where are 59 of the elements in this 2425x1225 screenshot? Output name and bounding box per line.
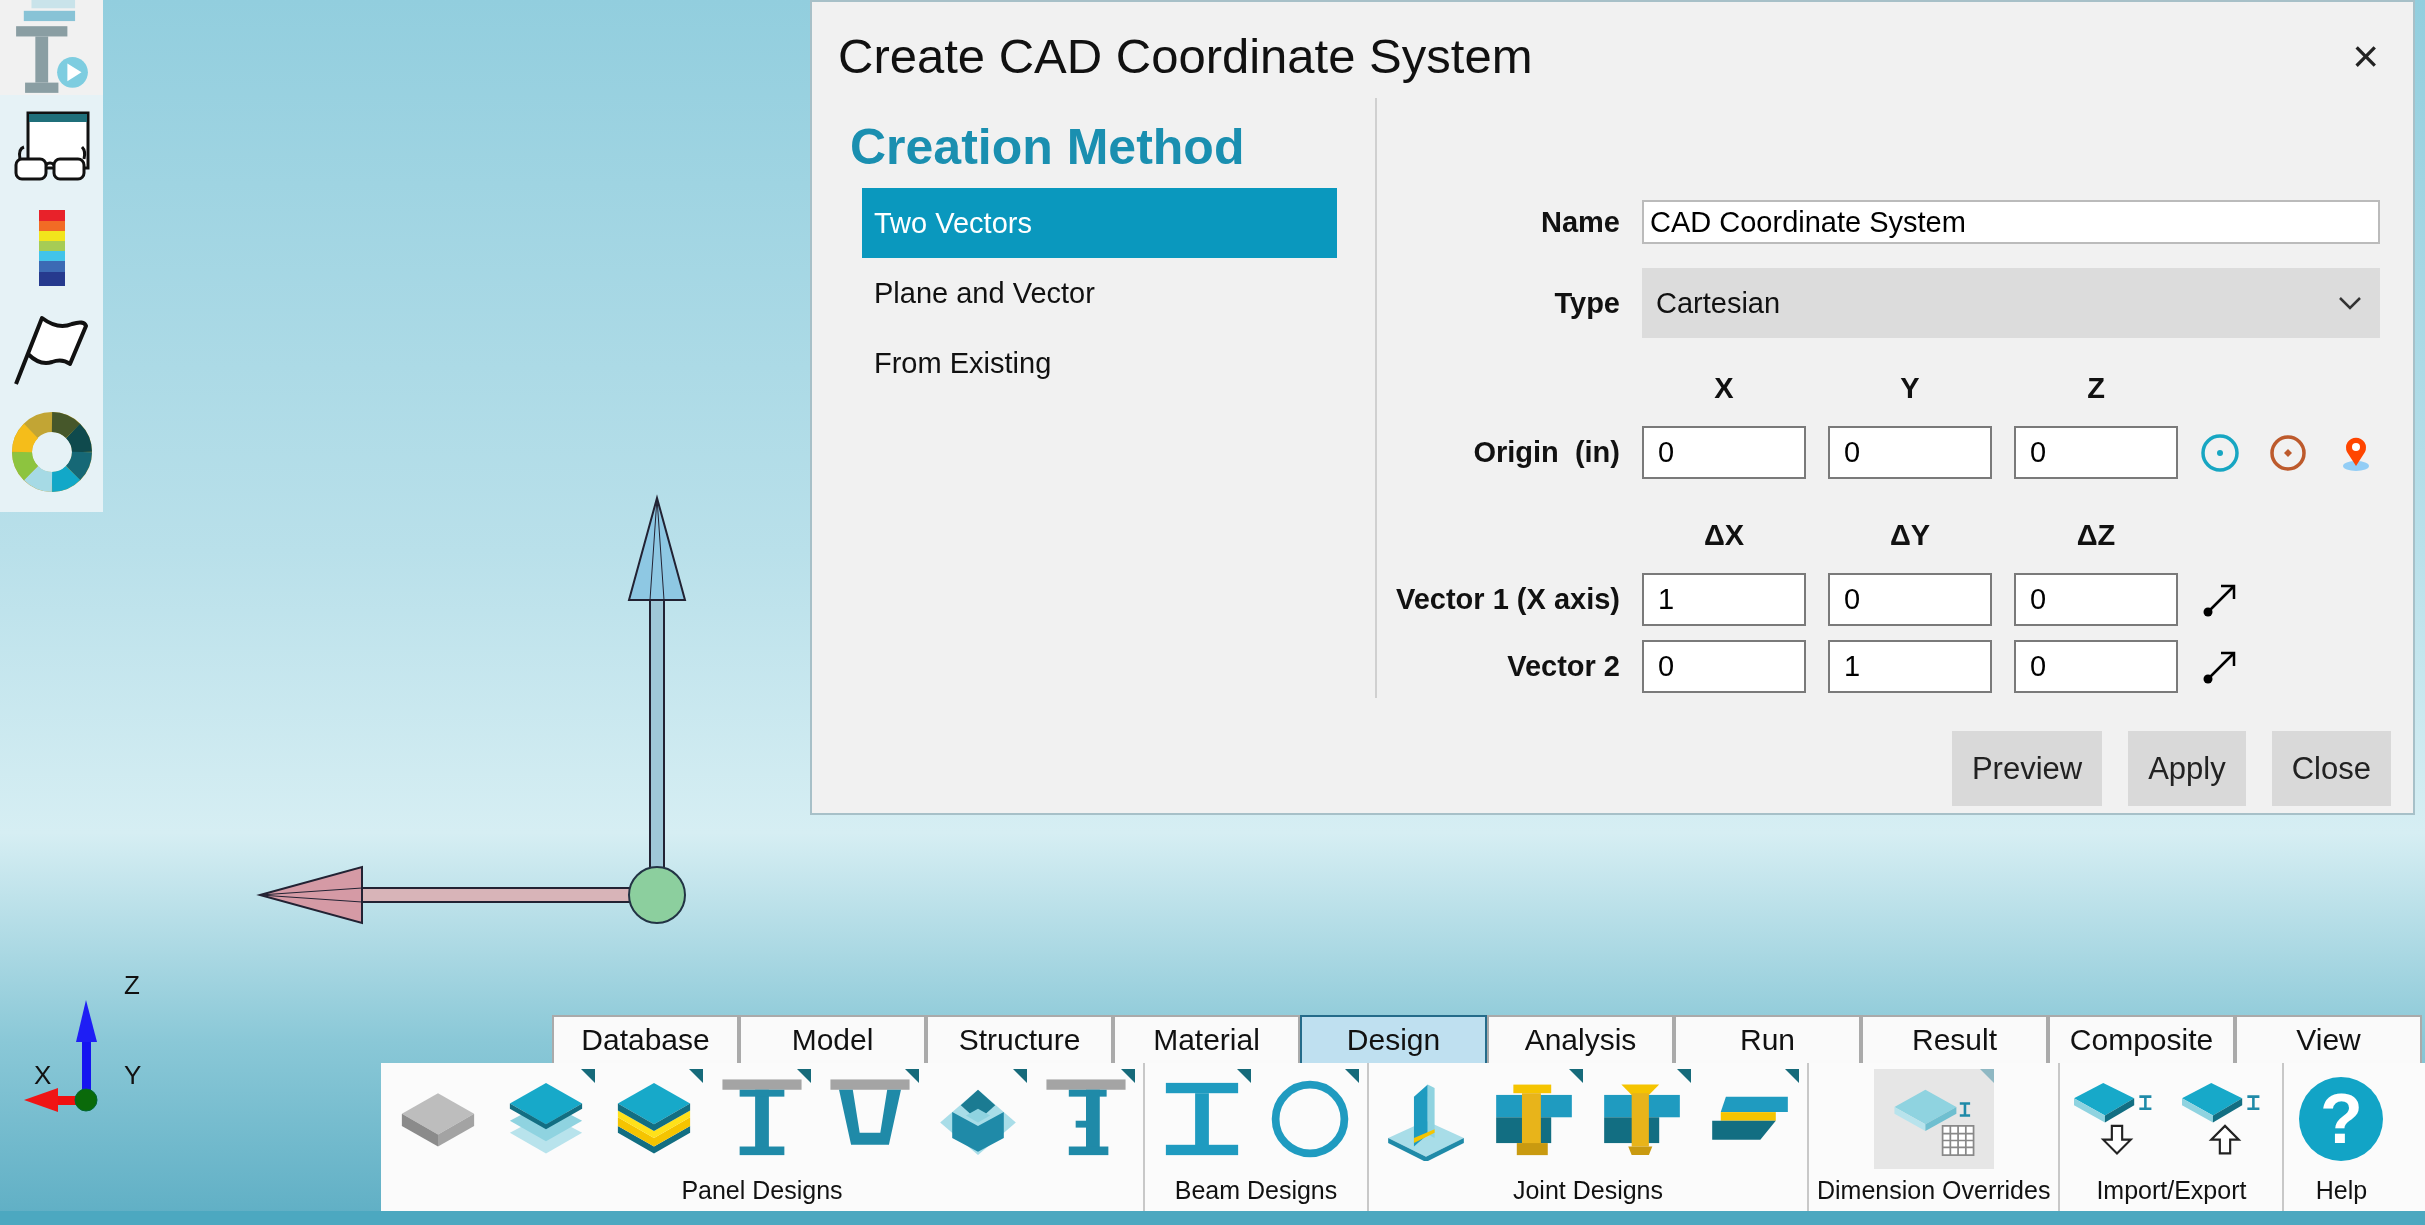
origin-field[interactable]: 0 xyxy=(1642,426,1806,479)
dialog-button[interactable]: Preview xyxy=(1951,731,2103,806)
close-button[interactable]: × xyxy=(2348,29,2383,83)
origin-field[interactable]: 0 xyxy=(2014,426,2178,479)
x-axis-label: X xyxy=(34,1060,52,1091)
ribbon-tab[interactable]: Design xyxy=(1300,1015,1487,1063)
column-header: Y xyxy=(1899,372,1921,406)
group-label: Help xyxy=(2315,1176,2368,1205)
flag-icon[interactable] xyxy=(13,314,90,386)
vector-field[interactable]: 1 xyxy=(1642,573,1806,626)
vector-field[interactable]: 0 xyxy=(1642,640,1806,693)
target-icon[interactable] xyxy=(2200,432,2240,473)
ribbon-tab[interactable]: Result xyxy=(1861,1015,2048,1063)
field-label: Type xyxy=(1553,286,1620,320)
group-label: Panel Designs xyxy=(681,1176,843,1205)
vector-field[interactable]: 0 xyxy=(1828,573,1992,626)
group-label: Joint Designs xyxy=(1512,1176,1664,1205)
field-label: Origin (in) xyxy=(1472,436,1620,469)
column-header: ΔY xyxy=(1888,519,1932,553)
dialog-button[interactable]: Close xyxy=(2271,731,2391,806)
name-field[interactable]: CAD Coordinate System xyxy=(1642,200,2380,244)
ribbon-tab[interactable]: Composite xyxy=(2048,1015,2235,1063)
target-icon[interactable] xyxy=(2268,432,2308,473)
column-header: Z xyxy=(2086,372,2106,406)
origin-field[interactable]: 0 xyxy=(1828,426,1992,479)
ribbon-tab[interactable]: Model xyxy=(739,1015,926,1063)
group-label: Dimension Overrides xyxy=(1817,1176,2051,1205)
group-label: Beam Designs xyxy=(1174,1176,1338,1205)
type-dropdown[interactable]: Cartesian xyxy=(1642,268,2380,338)
chevron-down-icon xyxy=(2338,296,2362,310)
vector-field[interactable]: 1 xyxy=(1828,640,1992,693)
glasses-window-icon[interactable] xyxy=(13,111,90,181)
ribbon-tab[interactable]: Run xyxy=(1674,1015,1861,1063)
y-axis-label: Y xyxy=(124,1060,142,1091)
dialog-button[interactable]: Apply xyxy=(2128,731,2246,806)
ribbon-tool[interactable] xyxy=(1873,1069,1994,1169)
ribbon-tab[interactable]: Material xyxy=(1113,1015,1300,1063)
vector-field[interactable]: 0 xyxy=(2014,640,2178,693)
group-label: Import/Export xyxy=(2096,1176,2247,1205)
ribbon-tab[interactable]: View xyxy=(2235,1015,2422,1063)
field-label: Vector 2 xyxy=(1506,650,1620,683)
origin-sphere xyxy=(628,866,686,924)
help-icon: ? xyxy=(2299,1077,2384,1161)
section-heading: Creation Method xyxy=(850,118,1246,176)
method-item[interactable]: Plane and Vector xyxy=(862,258,1337,328)
column-header: ΔX xyxy=(1702,519,1746,553)
column-header: ΔZ xyxy=(2075,519,2117,553)
column-header: X xyxy=(1713,372,1735,406)
z-axis-label: Z xyxy=(124,970,140,1001)
dialog-title: Create CAD Coordinate System xyxy=(838,28,1533,84)
field-label: Vector 1 (X axis) xyxy=(1394,583,1620,616)
color-scale-icon[interactable] xyxy=(38,210,65,286)
ribbon-tab[interactable]: Structure xyxy=(926,1015,1113,1063)
ribbon-tab[interactable]: Database xyxy=(552,1015,739,1063)
method-item[interactable]: From Existing xyxy=(862,328,1337,398)
vector-field[interactable]: 0 xyxy=(2014,573,2178,626)
field-label: Name xyxy=(1540,205,1620,239)
ribbon-tab[interactable]: Analysis xyxy=(1487,1015,1674,1063)
color-wheel-icon[interactable] xyxy=(10,411,93,493)
